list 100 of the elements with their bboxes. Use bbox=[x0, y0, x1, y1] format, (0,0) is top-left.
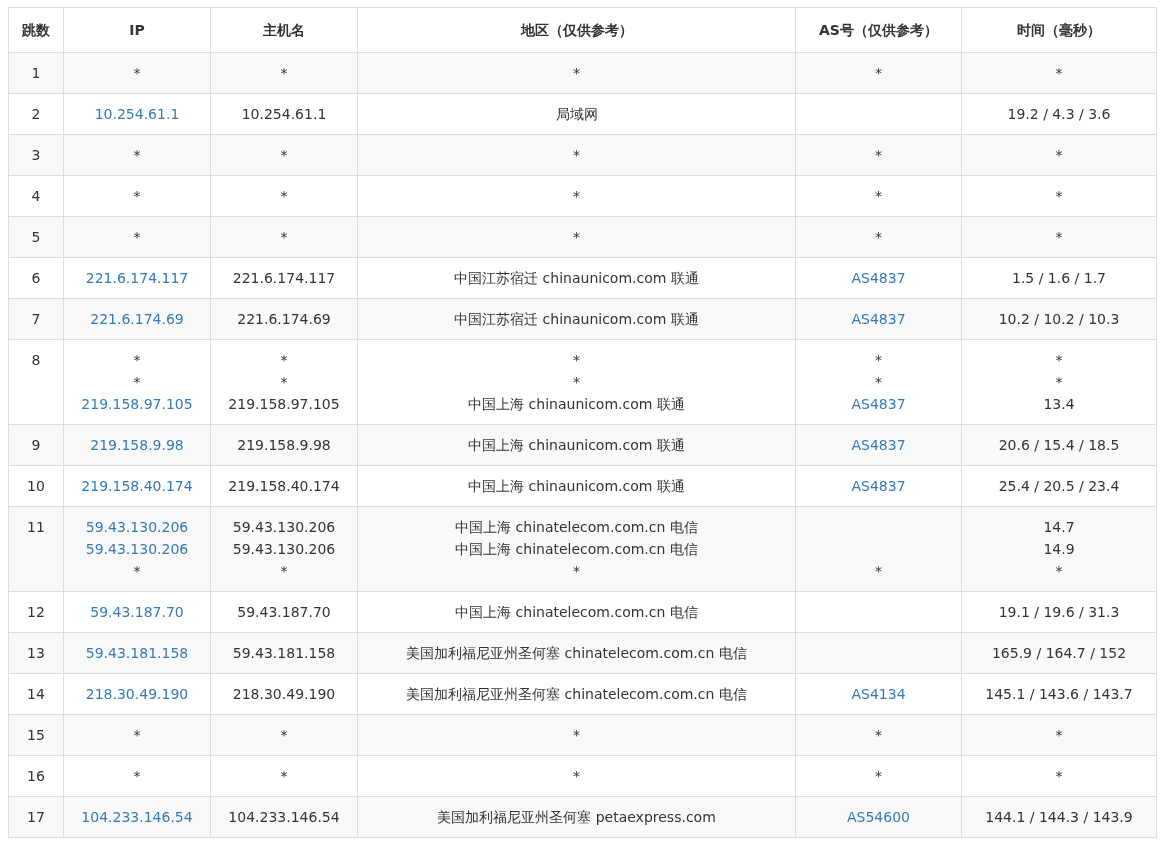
no-reply-mark: * bbox=[875, 147, 882, 163]
time-text: 1.5 / 1.6 / 1.7 bbox=[1012, 270, 1106, 286]
no-reply-mark: * bbox=[875, 374, 882, 390]
hop-number: 9 bbox=[30, 436, 42, 455]
hostname-text: 59.43.130.206 bbox=[232, 541, 336, 557]
no-reply-mark: * bbox=[280, 352, 288, 368]
hop-number: 15 bbox=[26, 726, 46, 745]
hostname-text: 104.233.146.54 bbox=[228, 809, 340, 825]
as-link[interactable]: AS4837 bbox=[851, 311, 906, 327]
hop-number: 1 bbox=[30, 64, 42, 83]
no-reply-mark: * bbox=[280, 188, 288, 204]
no-reply-mark: * bbox=[573, 188, 580, 204]
hop-number: 11 bbox=[26, 518, 46, 537]
no-reply-mark: * bbox=[573, 352, 580, 368]
hostname-text: 10.254.61.1 bbox=[241, 106, 327, 122]
no-reply-mark: * bbox=[573, 563, 580, 579]
no-reply-mark: * bbox=[1055, 563, 1063, 579]
time-text: 25.4 / 20.5 / 23.4 bbox=[998, 478, 1120, 494]
as-link[interactable]: AS4837 bbox=[851, 396, 906, 412]
no-reply-mark: * bbox=[573, 65, 580, 81]
column-header: 时间（毫秒） bbox=[961, 7, 1157, 53]
as-link[interactable]: AS4837 bbox=[851, 270, 906, 286]
hop-number: 14 bbox=[26, 685, 46, 704]
no-reply-mark: * bbox=[573, 374, 580, 390]
as-link[interactable]: AS54600 bbox=[847, 809, 910, 825]
time-text: 19.2 / 4.3 / 3.6 bbox=[1007, 106, 1111, 122]
no-reply-mark: * bbox=[1055, 727, 1063, 743]
region-text: 中国上海 chinaunicom.com 联通 bbox=[468, 478, 685, 494]
time-text: 19.1 / 19.6 / 31.3 bbox=[998, 604, 1120, 620]
column-header: AS号（仅供参考） bbox=[795, 7, 962, 53]
time-text: 20.6 / 15.4 / 18.5 bbox=[998, 437, 1120, 453]
no-reply-mark: * bbox=[133, 768, 141, 784]
no-reply-mark: * bbox=[1055, 374, 1063, 390]
ip-link[interactable]: 219.158.97.105 bbox=[81, 396, 193, 412]
region-text: 中国江苏宿迁 chinaunicom.com 联通 bbox=[454, 311, 699, 327]
no-reply-mark: * bbox=[573, 768, 580, 784]
region-text: 中国上海 chinatelecom.com.cn 电信 bbox=[455, 541, 698, 557]
region-text: 中国上海 chinaunicom.com 联通 bbox=[468, 437, 685, 453]
region-text: 中国上海 chinatelecom.com.cn 电信 bbox=[455, 604, 698, 620]
hop-number: 16 bbox=[26, 767, 46, 786]
time-text: 144.1 / 144.3 / 143.9 bbox=[985, 809, 1133, 825]
hop-number: 2 bbox=[30, 105, 42, 124]
hop-number: 8 bbox=[30, 351, 42, 370]
hop-number: 3 bbox=[30, 146, 42, 165]
hop-number: 13 bbox=[26, 644, 46, 663]
no-reply-mark: * bbox=[573, 147, 580, 163]
hop-number: 7 bbox=[30, 310, 42, 329]
hostname-text: 59.43.181.158 bbox=[232, 645, 336, 661]
no-reply-mark: * bbox=[1055, 768, 1063, 784]
ip-link[interactable]: 59.43.130.206 bbox=[85, 519, 189, 535]
time-text: 145.1 / 143.6 / 143.7 bbox=[985, 686, 1133, 702]
time-text: 14.9 bbox=[1043, 541, 1075, 557]
no-reply-mark: * bbox=[133, 229, 141, 245]
no-reply-mark: * bbox=[133, 188, 141, 204]
hostname-text: 219.158.97.105 bbox=[228, 396, 340, 412]
no-reply-mark: * bbox=[280, 563, 288, 579]
no-reply-mark: * bbox=[1055, 65, 1063, 81]
time-text: 14.7 bbox=[1043, 519, 1075, 535]
region-text: 美国加利福尼亚州圣何塞 chinatelecom.com.cn 电信 bbox=[406, 686, 747, 702]
no-reply-mark: * bbox=[280, 65, 288, 81]
hop-number: 4 bbox=[30, 187, 42, 206]
region-text: 美国加利福尼亚州圣何塞 petaexpress.com bbox=[437, 809, 716, 825]
hostname-text: 59.43.130.206 bbox=[232, 519, 336, 535]
region-text: 中国江苏宿迁 chinaunicom.com 联通 bbox=[454, 270, 699, 286]
no-reply-mark: * bbox=[280, 374, 288, 390]
no-reply-mark: * bbox=[875, 727, 882, 743]
time-text: 13.4 bbox=[1043, 396, 1075, 412]
as-link[interactable]: AS4837 bbox=[851, 437, 906, 453]
region-text: 美国加利福尼亚州圣何塞 chinatelecom.com.cn 电信 bbox=[406, 645, 747, 661]
no-reply-mark: * bbox=[133, 374, 141, 390]
hostname-text: 221.6.174.69 bbox=[237, 311, 331, 327]
no-reply-mark: * bbox=[280, 229, 288, 245]
hop-number: 10 bbox=[26, 477, 46, 496]
no-reply-mark: * bbox=[133, 563, 141, 579]
no-reply-mark: * bbox=[875, 188, 882, 204]
column-header: 主机名 bbox=[210, 7, 358, 53]
no-reply-mark: * bbox=[1055, 147, 1063, 163]
no-reply-mark: * bbox=[875, 229, 882, 245]
no-reply-mark: * bbox=[875, 65, 882, 81]
time-text: 165.9 / 164.7 / 152 bbox=[991, 645, 1127, 661]
no-reply-mark: * bbox=[573, 727, 580, 743]
as-link[interactable]: AS4134 bbox=[851, 686, 906, 702]
no-reply-mark: * bbox=[875, 352, 882, 368]
as-link[interactable]: AS4837 bbox=[851, 478, 906, 494]
hop-number: 5 bbox=[30, 228, 42, 247]
no-reply-mark: * bbox=[133, 352, 141, 368]
hostname-text: 219.158.9.98 bbox=[237, 437, 331, 453]
no-reply-mark: * bbox=[1055, 229, 1063, 245]
no-reply-mark: * bbox=[573, 229, 580, 245]
hop-number: 12 bbox=[26, 603, 46, 622]
region-text: 局域网 bbox=[555, 106, 598, 122]
no-reply-mark: * bbox=[133, 727, 141, 743]
no-reply-mark: * bbox=[280, 147, 288, 163]
region-text: 中国上海 chinatelecom.com.cn 电信 bbox=[455, 519, 698, 535]
no-reply-mark: * bbox=[1055, 188, 1063, 204]
ip-link[interactable]: 59.43.130.206 bbox=[85, 541, 189, 557]
hostname-text: 219.158.40.174 bbox=[228, 478, 340, 494]
hostname-text: 221.6.174.117 bbox=[232, 270, 336, 286]
time-text: 10.2 / 10.2 / 10.3 bbox=[998, 311, 1120, 327]
no-reply-mark: * bbox=[280, 768, 288, 784]
